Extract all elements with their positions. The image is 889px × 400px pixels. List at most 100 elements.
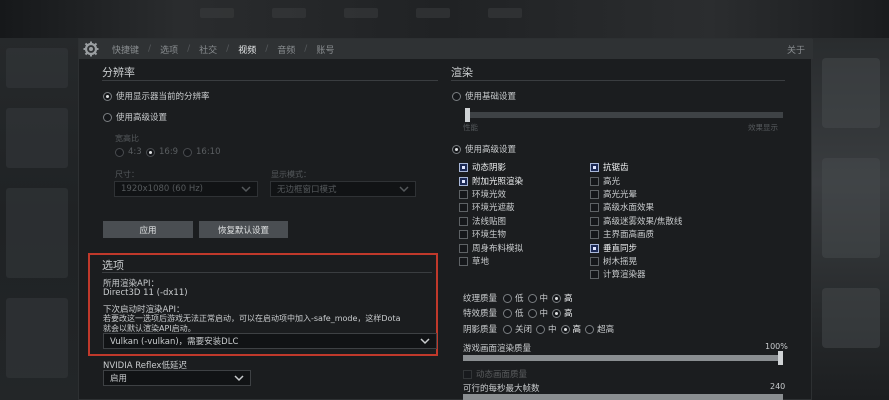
select-value: Vulkan (-vulkan)，需要安装DLC [110, 337, 239, 347]
fps-value: 240 [770, 382, 786, 391]
render-api-select[interactable]: Vulkan (-vulkan)，需要安装DLC [103, 333, 437, 349]
checkbox-label: 动态画面质量 [476, 370, 528, 380]
tab-video[interactable]: 视频 [238, 43, 256, 56]
radio-label: 16:9 [159, 147, 179, 157]
checkbox-label: 抗锯齿 [603, 163, 629, 173]
texture-mid-radio[interactable]: 中 [527, 292, 548, 304]
shadow-mid-radio[interactable]: 中 [536, 323, 557, 335]
checkbox-compute-renderer[interactable]: 计算渲染器 [590, 268, 646, 280]
checkbox-box [463, 369, 472, 379]
checkbox-advanced-water[interactable]: 高级水面效果 [590, 201, 654, 213]
checkbox-box [459, 162, 468, 172]
checkbox-label: 垂直同步 [603, 244, 638, 254]
effects-mid-radio[interactable]: 中 [527, 307, 548, 319]
checkbox-anti-aliasing[interactable]: 抗锯齿 [590, 161, 629, 173]
checkbox-label: 附加光照渲染 [472, 177, 524, 187]
radio-dot [503, 308, 513, 318]
about-link[interactable]: 关于 [787, 43, 805, 56]
effects-high-radio[interactable]: 高 [552, 307, 573, 319]
slider-right-label: 效果显示 [748, 123, 778, 132]
checkbox-tree-sway[interactable]: 树木摇晃 [590, 255, 637, 267]
shadow-ultra-radio[interactable]: 超高 [585, 323, 614, 335]
checkbox-main-ui-quality[interactable]: 主界面高画质 [590, 228, 654, 240]
tab-account[interactable]: 账号 [316, 43, 334, 56]
radio-label: 高 [572, 325, 582, 335]
checkbox-box [459, 216, 468, 226]
tab-audio[interactable]: 音频 [277, 43, 295, 56]
use-current-resolution-radio[interactable]: 使用显示器当前的分辨率 [103, 90, 210, 102]
background-menu [200, 8, 522, 18]
bg-menu-blur [344, 8, 378, 18]
select-value: 启用 [110, 374, 128, 384]
tabs: 快捷键 / 选项 / 社交 / 视频 / 音频 / 账号 [112, 39, 334, 59]
checkbox-ambient-occlusion[interactable]: 环境光遮蔽 [459, 201, 515, 213]
radio-label: 低 [515, 294, 524, 304]
shadow-off-radio[interactable]: 关闭 [503, 323, 532, 335]
settings-tab-bar: 快捷键 / 选项 / 社交 / 视频 / 音频 / 账号 关于 [79, 39, 813, 59]
resolution-divider [102, 80, 438, 81]
chevron-down-icon [399, 186, 409, 193]
checkbox-fog-caustics[interactable]: 高级迷雾效果/焦散线 [590, 215, 682, 227]
checkbox-vsync[interactable]: 垂直同步 [590, 242, 637, 254]
checkbox-ambient-creatures[interactable]: 环境生物 [459, 228, 506, 240]
checkbox-cloth-simulation[interactable]: 周身布料模拟 [459, 242, 523, 254]
checkbox-box [590, 269, 599, 279]
checkbox-box [590, 176, 599, 186]
basic-quality-slider-track[interactable] [465, 112, 783, 118]
use-advanced-render-radio[interactable]: 使用高级设置 [452, 143, 516, 155]
radio-dot [452, 91, 461, 101]
radio-label: 关闭 [515, 325, 533, 335]
checkbox-additional-lighting[interactable]: 附加光照渲染 [459, 175, 523, 187]
apply-button[interactable]: 应用 [103, 221, 193, 238]
checkbox-box [459, 189, 468, 199]
checkbox-box [590, 189, 599, 199]
chevron-down-icon [241, 186, 251, 193]
checkbox-dynamic-shadows[interactable]: 动态阴影 [459, 161, 506, 173]
radio-label: 4:3 [128, 147, 142, 157]
aspect-4-3-radio[interactable]: 4:3 [115, 147, 142, 157]
size-select[interactable]: 1920x1080 (60 Hz) [114, 181, 258, 197]
checkbox-grass[interactable]: 草地 [459, 255, 489, 267]
texture-low-radio[interactable]: 低 [503, 292, 524, 304]
fps-label: 可行的每秒最大帧数 [463, 384, 540, 394]
bg-menu-blur [416, 8, 450, 18]
radio-label: 中 [548, 325, 557, 335]
resolution-title: 分辨率 [102, 66, 135, 79]
tab-hotkeys[interactable]: 快捷键 [112, 43, 139, 56]
render-title: 渲染 [451, 66, 473, 79]
checkbox-ambient-light[interactable]: 环境光效 [459, 188, 506, 200]
effects-low-radio[interactable]: 低 [503, 307, 524, 319]
radio-label: 超高 [597, 325, 615, 335]
tab-options[interactable]: 选项 [160, 43, 178, 56]
reflex-select[interactable]: 启用 [103, 370, 251, 386]
display-mode-select[interactable]: 无边框窗口模式 [270, 181, 416, 197]
checkbox-bloom[interactable]: 高光光晕 [590, 188, 637, 200]
checkbox-specular[interactable]: 高光 [590, 175, 620, 187]
shadow-high-radio[interactable]: 高 [560, 323, 582, 335]
use-advanced-resolution-radio[interactable]: 使用高级设置 [103, 111, 167, 123]
bg-blob [6, 298, 68, 378]
tab-separator: / [304, 44, 308, 54]
checkbox-normal-maps[interactable]: 法线贴图 [459, 215, 506, 227]
checkbox-dynamic-quality[interactable]: 动态画面质量 [463, 368, 527, 380]
screen-quality-slider-fill [463, 355, 783, 361]
texture-high-radio[interactable]: 高 [552, 292, 573, 304]
radio-dot [536, 324, 546, 334]
radio-label: 使用显示器当前的分辨率 [116, 92, 210, 102]
radio-label: 16:10 [196, 147, 221, 157]
restore-defaults-button[interactable]: 恢复默认设置 [199, 221, 288, 238]
chevron-down-icon [234, 375, 244, 382]
background-top-bar [0, 0, 889, 38]
use-basic-settings-radio[interactable]: 使用基础设置 [452, 90, 516, 102]
aspect-16-9-radio[interactable]: 16:9 [146, 147, 178, 157]
render-api-value: Direct3D 11 (-dx11) [103, 288, 188, 298]
options-divider [102, 272, 432, 273]
shadow-quality-label: 阴影质量 [463, 325, 498, 335]
aspect-16-10-radio[interactable]: 16:10 [183, 147, 221, 157]
tab-social[interactable]: 社交 [199, 43, 217, 56]
radio-label: 使用基础设置 [465, 92, 517, 102]
radio-dot [552, 293, 562, 303]
basic-quality-slider-thumb[interactable] [465, 108, 470, 122]
checkbox-box [459, 202, 468, 212]
screen-quality-slider-thumb[interactable] [778, 351, 783, 365]
